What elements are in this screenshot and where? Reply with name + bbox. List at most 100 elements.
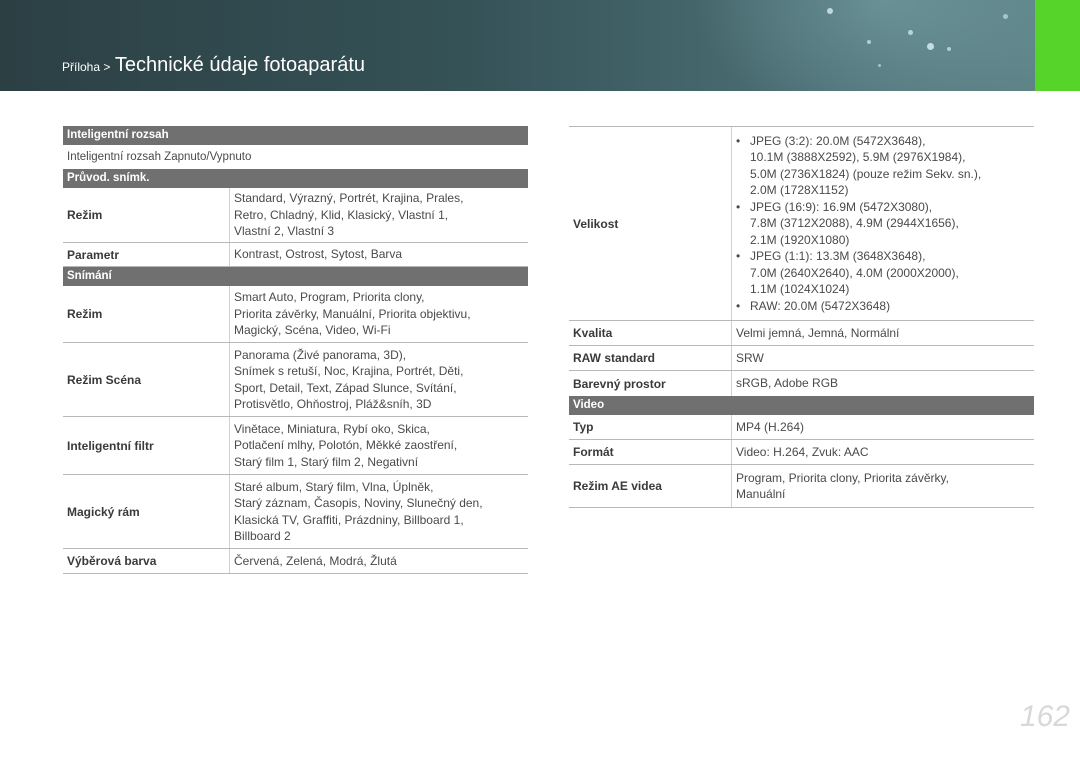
spec-label: Typ	[573, 420, 594, 434]
spec-label: Formát	[573, 445, 614, 459]
spec-value: Video: H.264, Zvuk: AAC	[731, 440, 1034, 464]
section-header: Snímání	[63, 267, 528, 286]
spec-label: Kvalita	[573, 326, 613, 340]
spec-line: JPEG (3:2): 20.0M (5472X3648),	[750, 133, 926, 148]
spec-line: 2.0M (1728X1152)	[750, 183, 849, 198]
spec-line: Retro, Chladný, Klid, Klasický, Vlastní …	[234, 207, 449, 222]
page-title: Technické údaje fotoaparátu	[114, 54, 366, 76]
bokeh-dot	[1003, 14, 1008, 19]
spec-label: Režim Scéna	[67, 372, 142, 387]
bokeh-dot	[827, 8, 833, 14]
bokeh-dot	[927, 43, 934, 50]
bullet-item: • JPEG (3:2): 20.0M (5472X3648), 10.1M (…	[736, 133, 1034, 199]
spec-value: Kontrast, Ostrost, Sytost, Barva	[229, 243, 528, 266]
spec-line: Priorita závěrky, Manuální, Priorita obj…	[234, 306, 471, 321]
spec-table-left: Inteligentní rozsah Inteligentní rozsah …	[63, 126, 528, 574]
header-banner: Příloha > Technické údaje fotoaparátu	[0, 0, 1035, 91]
breadcrumb: Příloha > Technické údaje fotoaparátu	[62, 54, 365, 77]
spec-line: Červená, Zelená, Modrá, Žlutá	[234, 553, 397, 568]
spec-line: 2.1M (1920X1080)	[750, 232, 850, 247]
spec-value: Velmi jemná, Jemná, Normální	[731, 321, 1034, 345]
spec-value: Červená, Zelená, Modrá, Žlutá	[229, 549, 528, 573]
spec-label: Magický rám	[67, 504, 140, 519]
spec-line: Program, Priorita clony, Priorita závěrk…	[736, 470, 949, 485]
spec-line: Standard, Výrazný, Portrét, Krajina, Pra…	[234, 191, 464, 206]
spec-label: Parametr	[67, 247, 120, 262]
spec-line: 10.1M (3888X2592), 5.9M (2976X1984),	[750, 150, 966, 165]
spec-line: MP4 (H.264)	[736, 419, 805, 434]
bokeh-dot	[908, 30, 913, 35]
spec-row: Režim Standard, Výrazný, Portrét, Krajin…	[63, 188, 528, 243]
spec-value: • JPEG (3:2): 20.0M (5472X3648), 10.1M (…	[731, 127, 1034, 320]
spec-row: Režim Smart Auto, Program, Priorita clon…	[63, 286, 528, 343]
spec-row: Formát Video: H.264, Zvuk: AAC	[569, 440, 1034, 465]
spec-line: Vlastní 2, Vlastní 3	[234, 224, 335, 239]
spec-value: MP4 (H.264)	[731, 415, 1034, 439]
spec-row: RAW standard SRW	[569, 346, 1034, 371]
spec-line: Smart Auto, Program, Priorita clony,	[234, 290, 425, 305]
spec-label: Velikost	[573, 216, 619, 231]
spec-line: Starý film 1, Starý film 2, Negativní	[234, 454, 419, 469]
spec-line: Vinětace, Miniatura, Rybí oko, Skica,	[234, 421, 430, 436]
spec-line: Sport, Detail, Text, Západ Slunce, Svítá…	[234, 380, 457, 395]
spec-row: Inteligentní filtr Vinětace, Miniatura, …	[63, 417, 528, 475]
spec-row: Magický rám Staré album, Starý film, Vln…	[63, 475, 528, 549]
spec-line: Klasická TV, Graffiti, Prázdniny, Billbo…	[234, 512, 464, 527]
bokeh-dot	[947, 47, 951, 51]
section-header: Inteligentní rozsah	[63, 126, 528, 145]
spec-row: Barevný prostor sRGB, Adobe RGB	[569, 371, 1034, 396]
section-header: Video	[569, 396, 1034, 415]
spec-label: Výběrová barva	[67, 554, 157, 568]
spec-line: Starý záznam, Časopis, Noviny, Slunečný …	[234, 496, 483, 510]
bullet-item: • JPEG (1:1): 13.3M (3648X3648), 7.0M (2…	[736, 248, 1034, 298]
bullet-mark: •	[736, 199, 741, 214]
banner-glow	[675, 0, 1035, 91]
spec-line: Staré album, Starý film, Vlna, Úplněk,	[234, 479, 434, 494]
spec-value: sRGB, Adobe RGB	[731, 371, 1034, 396]
spec-line: JPEG (1:1): 13.3M (3648X3648),	[750, 249, 926, 264]
spec-value: SRW	[731, 346, 1034, 370]
bullet-item: • RAW: 20.0M (5472X3648)	[736, 298, 1034, 315]
spec-line: Billboard 2	[234, 529, 291, 543]
spec-label: Režim AE videa	[573, 479, 662, 493]
spec-label: Režim	[67, 307, 103, 321]
spec-row: Režim Scéna Panorama (Živé panorama, 3D)…	[63, 343, 528, 417]
spec-row: Velikost • JPEG (3:2): 20.0M (5472X3648)…	[569, 127, 1034, 321]
bullet-item: • JPEG (16:9): 16.9M (5472X3080), 7.8M (…	[736, 199, 1034, 249]
bullet-mark: •	[736, 298, 741, 313]
spec-line: RAW: 20.0M (5472X3648)	[750, 298, 891, 313]
spec-label: Režim	[67, 208, 103, 222]
spec-line: Protisvětlo, Ohňostroj, Pláž&sníh, 3D	[234, 397, 432, 411]
spec-line: Velmi jemná, Jemná, Normální	[736, 325, 900, 340]
bokeh-dot	[867, 40, 871, 44]
spec-line: 7.0M (2640X2640), 4.0M (2000X2000),	[750, 265, 959, 280]
spec-line: 7.8M (3712X2088), 4.9M (2944X1656),	[750, 216, 959, 231]
spec-table-right: Velikost • JPEG (3:2): 20.0M (5472X3648)…	[569, 126, 1034, 508]
breadcrumb-section[interactable]: Příloha >	[62, 60, 110, 74]
spec-label: Barevný prostor	[573, 376, 666, 391]
bullet-mark: •	[736, 249, 741, 264]
spec-line: JPEG (16:9): 16.9M (5472X3080),	[750, 199, 933, 214]
chapter-tab[interactable]	[1035, 0, 1080, 91]
spec-value: Smart Auto, Program, Priorita clony, Pri…	[229, 286, 528, 342]
spec-value: Panorama (Živé panorama, 3D), Snímek s r…	[229, 343, 528, 416]
spec-line: Kontrast, Ostrost, Sytost, Barva	[234, 247, 403, 262]
spec-line: 1.1M (1024X1024)	[750, 282, 850, 297]
spec-line: SRW	[736, 350, 764, 365]
spec-label: RAW standard	[573, 351, 656, 365]
spec-row: Parametr Kontrast, Ostrost, Sytost, Barv…	[63, 243, 528, 267]
spec-line: 5.0M (2736X1824) (pouze režim Sekv. sn.)…	[750, 166, 982, 181]
spec-line: Snímek s retuší, Noc, Krajina, Portrét, …	[234, 364, 464, 378]
bokeh-dot	[878, 64, 881, 67]
spec-row: Režim AE videa Program, Priorita clony, …	[569, 465, 1034, 508]
bullet-mark: •	[736, 133, 741, 148]
spec-line: sRGB, Adobe RGB	[736, 376, 839, 391]
section-header: Průvod. snímk.	[63, 169, 528, 188]
spec-row: Výběrová barva Červená, Zelená, Modrá, Ž…	[63, 549, 528, 574]
spec-label: Inteligentní filtr	[67, 438, 154, 453]
spec-value: Vinětace, Miniatura, Rybí oko, Skica, Po…	[229, 417, 528, 474]
intelligent-range-text: Inteligentní rozsah Zapnuto/Vypnuto	[67, 151, 252, 163]
spec-value: Staré album, Starý film, Vlna, Úplněk, S…	[229, 475, 528, 548]
page-number: 162	[1019, 700, 1070, 733]
spec-row: Typ MP4 (H.264)	[569, 415, 1034, 440]
